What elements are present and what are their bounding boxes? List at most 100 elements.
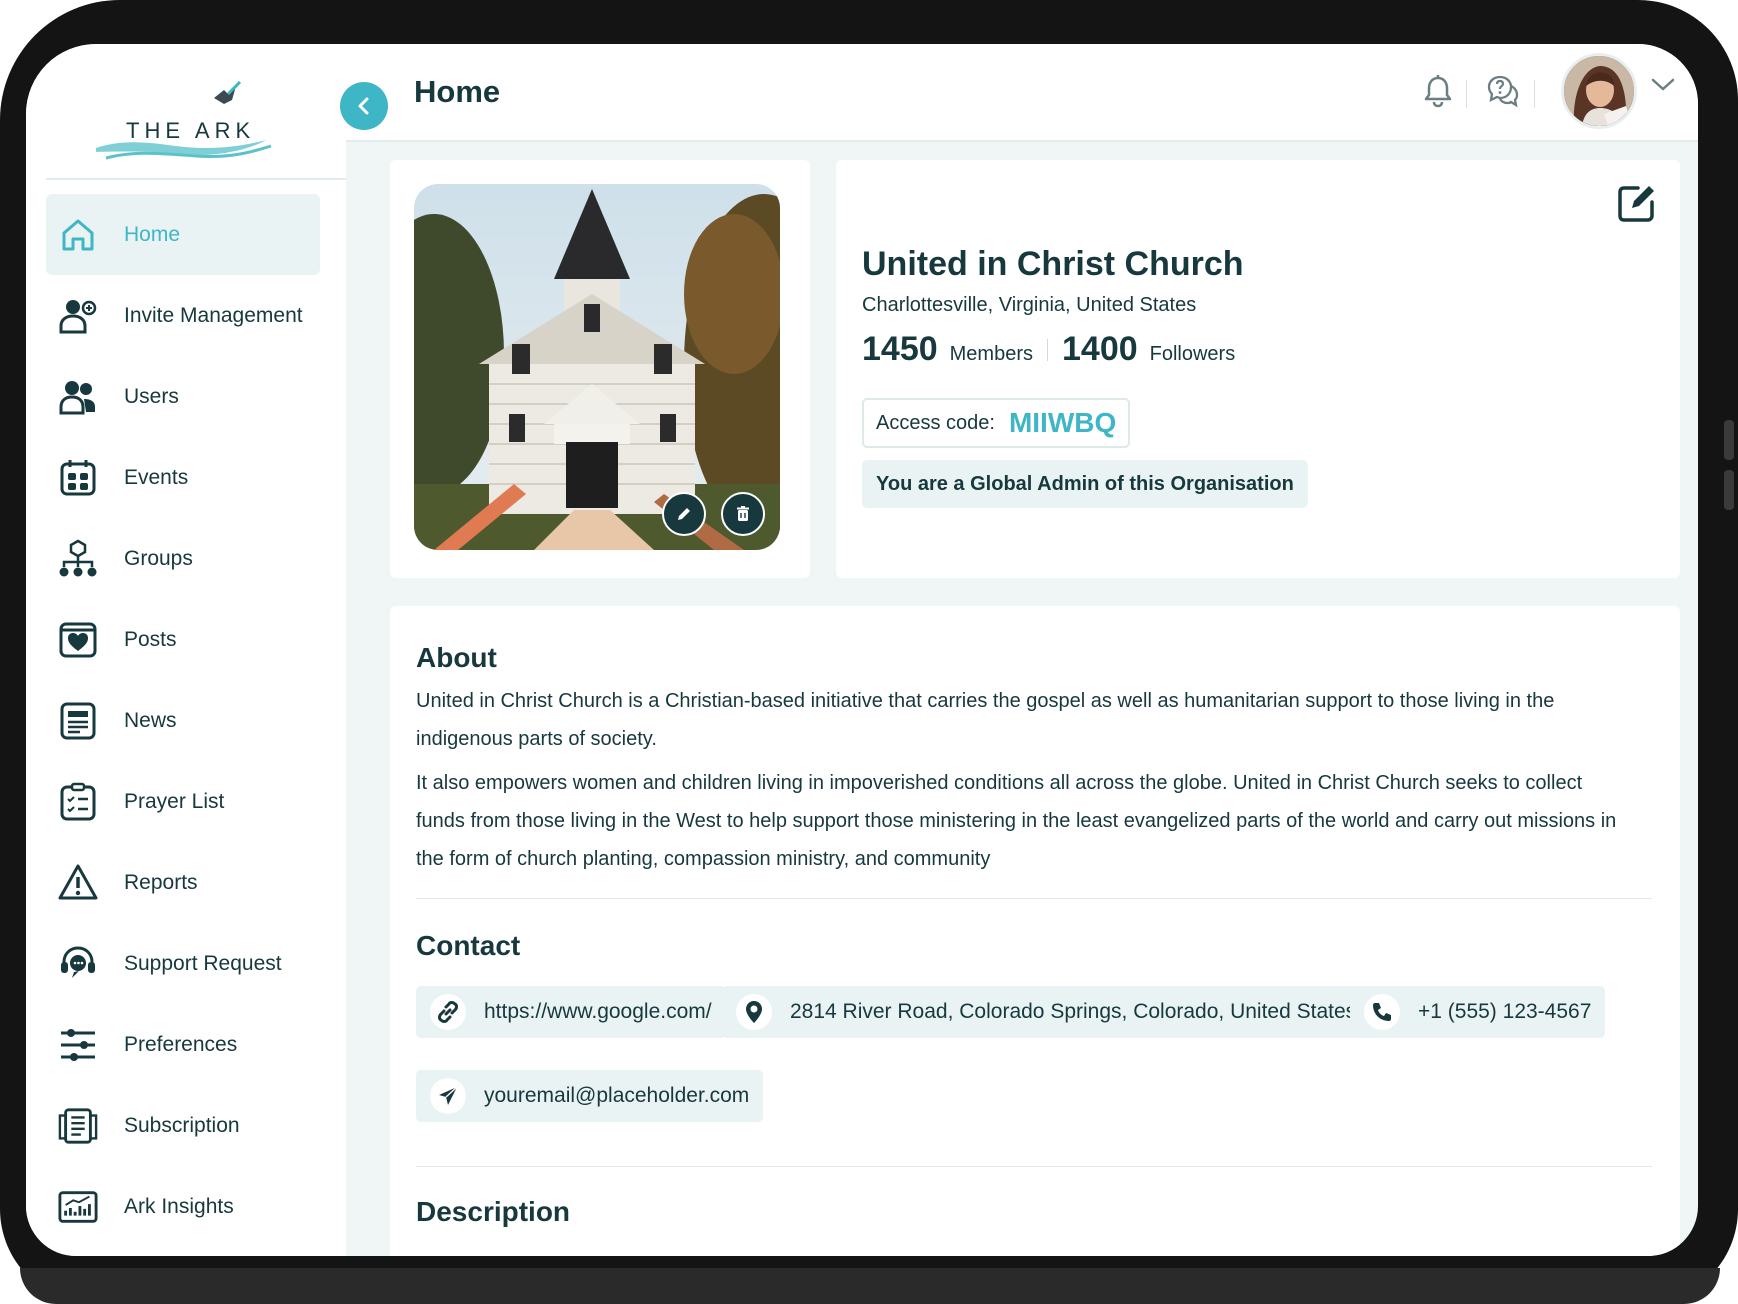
trash-icon — [737, 506, 749, 521]
edit-square-icon — [1618, 186, 1654, 222]
sidebar-item-home[interactable]: Home — [46, 194, 320, 275]
organisation-info-card: United in Christ Church Charlottesville,… — [836, 160, 1680, 578]
sidebar-item-label: Home — [124, 222, 181, 246]
sidebar-item-label: Posts — [124, 627, 177, 651]
chevron-left-icon — [358, 97, 369, 115]
top-header: Home — [340, 44, 1698, 142]
organisation-name: United in Christ Church — [862, 245, 1244, 283]
sidebar-nav: Home Invite Management Users Events Grou… — [46, 194, 346, 1247]
bell-icon — [1424, 75, 1452, 108]
sidebar-item-subscription[interactable]: Subscription — [46, 1085, 346, 1166]
headset-icon — [58, 944, 98, 984]
organisation-stats: 1450 Members 1400 Followers — [862, 330, 1235, 369]
sidebar-item-groups[interactable]: Groups — [46, 518, 346, 599]
section-divider — [416, 1166, 1652, 1167]
church-photo — [414, 184, 780, 550]
phone-icon — [1364, 994, 1400, 1030]
sidebar-item-posts[interactable]: Posts — [46, 599, 346, 680]
the-ark-logo[interactable]: THE ARK — [86, 66, 306, 176]
pencil-icon — [678, 508, 690, 520]
sidebar-item-preferences[interactable]: Preferences — [46, 1004, 346, 1085]
contact-email[interactable]: youremail@placeholder.com — [484, 1084, 749, 1108]
contact-address-chip[interactable]: 2814 River Road, Colorado Springs, Color… — [722, 986, 1371, 1038]
contact-phone[interactable]: +1 (555) 123-4567 — [1418, 1000, 1591, 1024]
contact-website-chip[interactable]: https://www.google.com/ — [416, 986, 726, 1038]
contact-email-chip[interactable]: youremail@placeholder.com — [416, 1070, 764, 1122]
sidebar-item-events[interactable]: Events — [46, 437, 346, 518]
sidebar-item-ark-insights[interactable]: Ark Insights — [46, 1166, 346, 1247]
help-chat-icon — [1487, 75, 1519, 108]
sidebar-item-users[interactable]: Users — [46, 356, 346, 437]
access-code-box: Access code: MIIWBQ — [862, 398, 1131, 448]
tablet-frame: THE ARK Home Invite Management Users Eve… — [0, 0, 1738, 1304]
church-image — [414, 184, 780, 550]
members-count: 1450 — [862, 330, 938, 368]
sidebar-item-label: Events — [124, 465, 189, 489]
account-menu-toggle[interactable] — [1650, 76, 1676, 99]
stats-divider — [1047, 338, 1048, 361]
sidebar-item-label: News — [124, 708, 177, 732]
user-avatar[interactable] — [1561, 53, 1637, 129]
header-divider — [1466, 80, 1467, 108]
sliders-icon — [58, 1025, 98, 1065]
calendar-icon — [58, 458, 98, 498]
global-admin-badge: You are a Global Admin of this Organisat… — [862, 460, 1308, 508]
sidebar-item-invite-management[interactable]: Invite Management — [46, 275, 346, 356]
sidebar-divider — [46, 178, 346, 180]
description-heading: Description — [416, 1196, 571, 1227]
avatar-photo — [1564, 56, 1634, 126]
notifications-button[interactable] — [1422, 74, 1454, 113]
edit-photo-button[interactable] — [662, 492, 706, 536]
contact-phone-chip[interactable]: +1 (555) 123-4567 — [1350, 986, 1606, 1038]
chevron-down-icon — [1651, 78, 1675, 91]
contact-heading: Contact — [416, 930, 521, 961]
sidebar-item-label: Groups — [124, 546, 193, 570]
sidebar-item-label: Users — [124, 384, 179, 408]
delete-photo-button[interactable] — [721, 492, 765, 536]
sidebar-item-label: Reports — [124, 870, 198, 894]
heart-card-icon — [58, 620, 98, 660]
warning-icon — [58, 863, 98, 903]
device-bottom-edge — [20, 1268, 1720, 1304]
send-icon — [430, 1078, 466, 1114]
newspaper-icon — [58, 701, 98, 741]
sidebar: THE ARK Home Invite Management Users Eve… — [26, 44, 346, 1256]
sidebar-item-label: Preferences — [124, 1032, 238, 1056]
back-button[interactable] — [340, 82, 388, 130]
help-chat-button[interactable] — [1486, 74, 1520, 113]
hierarchy-icon — [58, 539, 98, 579]
sidebar-item-support-request[interactable]: Support Request — [46, 923, 346, 1004]
subscription-icon — [58, 1106, 98, 1146]
members-label: Members — [949, 343, 1033, 365]
page-title: Home — [414, 74, 501, 109]
sidebar-item-label: Invite Management — [124, 303, 303, 327]
contact-address: 2814 River Road, Colorado Springs, Color… — [790, 1000, 1357, 1023]
sidebar-item-label: Subscription — [124, 1113, 240, 1137]
users-icon — [58, 377, 98, 417]
app-screen: THE ARK Home Invite Management Users Eve… — [26, 44, 1698, 1256]
about-heading: About — [416, 642, 497, 673]
contact-website[interactable]: https://www.google.com/ — [484, 1000, 712, 1024]
edit-organisation-button[interactable] — [1616, 182, 1658, 229]
section-divider — [416, 898, 1652, 899]
sidebar-item-label: Prayer List — [124, 789, 225, 813]
logo-wordmark: THE ARK — [126, 118, 256, 143]
device-side-button — [1724, 470, 1734, 510]
device-side-button — [1724, 420, 1734, 460]
home-icon — [58, 215, 98, 255]
access-code-value[interactable]: MIIWBQ — [1009, 407, 1116, 439]
about-paragraph: United in Christ Church is a Christian-b… — [416, 690, 1555, 750]
sidebar-item-prayer-list[interactable]: Prayer List — [46, 761, 346, 842]
user-plus-icon — [58, 296, 98, 336]
followers-label: Followers — [1149, 343, 1236, 365]
sidebar-item-reports[interactable]: Reports — [46, 842, 346, 923]
link-icon — [430, 994, 466, 1030]
sidebar-item-news[interactable]: News — [46, 680, 346, 761]
checklist-icon — [58, 782, 98, 822]
organisation-location: Charlottesville, Virginia, United States — [862, 294, 1197, 316]
header-divider — [1534, 80, 1535, 108]
about-paragraph: It also empowers women and children livi… — [416, 772, 1617, 870]
organisation-photo-card — [390, 160, 810, 578]
location-pin-icon — [736, 994, 772, 1030]
sidebar-item-label: Ark Insights — [124, 1194, 234, 1218]
